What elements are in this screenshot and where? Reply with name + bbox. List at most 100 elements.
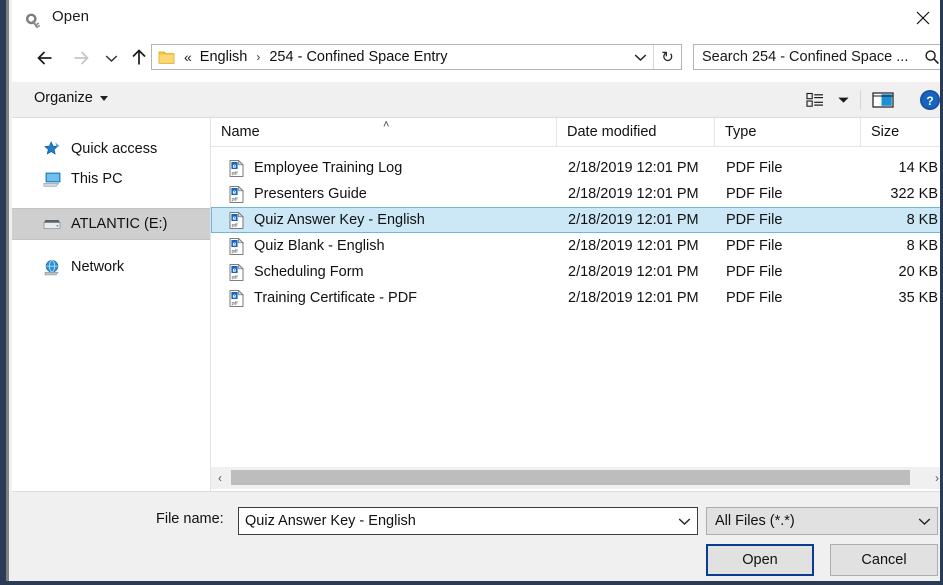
file-name-input[interactable]: Quiz Answer Key - English	[238, 507, 698, 535]
sidebar-item-network[interactable]: Network	[12, 252, 210, 282]
pdf-file-icon: e pdf	[229, 237, 244, 255]
file-name-label: File name:	[156, 511, 224, 527]
back-button[interactable]	[30, 42, 60, 74]
pdf-file-icon: e pdf	[229, 289, 244, 307]
address-dropdown-button[interactable]	[627, 45, 653, 69]
sidebar-item-this-pc[interactable]: This PC	[12, 164, 210, 194]
scroll-right-button[interactable]: ›	[928, 467, 940, 489]
computer-icon	[42, 170, 62, 188]
preview-pane-button[interactable]	[870, 88, 896, 112]
pdf-file-icon: e pdf	[229, 185, 244, 203]
search-input[interactable]: Search 254 - Confined Space ...	[702, 49, 919, 65]
scroll-left-button[interactable]: ‹	[211, 467, 229, 489]
file-name-text: Quiz Answer Key - English	[254, 212, 425, 228]
key-icon	[25, 9, 46, 29]
preview-pane-icon	[872, 92, 894, 108]
organize-button[interactable]: Organize	[34, 90, 108, 106]
file-name-dropdown-button[interactable]	[671, 517, 697, 526]
file-type-cell: PDF File	[726, 160, 783, 176]
recent-locations-button[interactable]	[100, 42, 122, 74]
search-box[interactable]: Search 254 - Confined Space ...	[693, 44, 940, 70]
column-label: Type	[725, 124, 757, 140]
sidebar-item-label: Network	[71, 259, 125, 275]
svg-text:pdf: pdf	[232, 222, 239, 227]
arrow-up-icon	[132, 49, 146, 65]
column-header-date-modified[interactable]: Date modified	[557, 118, 715, 146]
file-date-cell: 2/18/2019 12:01 PM	[568, 290, 699, 306]
window-edge	[6, 0, 9, 581]
scrollbar-track[interactable]	[229, 467, 928, 489]
column-header-size[interactable]: Size	[861, 118, 940, 146]
chevron-down-icon	[105, 54, 117, 62]
address-bar[interactable]: « English › 254 - Confined Space Entry ↻	[151, 44, 682, 70]
pdf-file-icon: e pdf	[229, 211, 244, 229]
column-label: Name	[221, 124, 260, 140]
file-name-text: Presenters Guide	[254, 186, 367, 202]
breadcrumb-item-english[interactable]: English	[198, 47, 250, 67]
help-button[interactable]: ?	[917, 88, 940, 112]
table-row[interactable]: e pdf Quiz Blank - English 2/18/2019 12:01 …	[211, 233, 940, 259]
file-type-select[interactable]: All Files (*.*)	[706, 507, 938, 535]
table-row[interactable]: e pdf Training Certificate - PDF 2/18/2019 …	[211, 285, 940, 311]
file-name-cell[interactable]: e pdf Scheduling Form	[212, 263, 558, 281]
chevron-down-icon	[634, 53, 646, 61]
sidebar-item-label: This PC	[71, 171, 123, 187]
pdf-file-icon: e pdf	[229, 159, 244, 177]
pdf-file-icon: e pdf	[229, 263, 244, 281]
file-size-cell: 35 KB	[898, 290, 939, 306]
cancel-button[interactable]: Cancel	[830, 544, 938, 576]
file-name-value[interactable]: Quiz Answer Key - English	[245, 513, 671, 529]
table-row[interactable]: e pdf Presenters Guide 2/18/2019 12:01 PM PD…	[211, 181, 940, 207]
search-icon[interactable]	[919, 49, 940, 65]
table-row[interactable]: e pdf Employee Training Log 2/18/2019 12:01…	[211, 155, 940, 181]
file-type-cell: PDF File	[726, 212, 783, 228]
breadcrumb-separator-icon: ›	[256, 50, 261, 64]
svg-text:pdf: pdf	[232, 196, 239, 201]
table-row[interactable]: e pdf Quiz Answer Key - English 2/18/2019 1…	[211, 207, 940, 233]
up-one-level-button[interactable]	[124, 42, 154, 74]
table-row[interactable]: e pdf Scheduling Form 2/18/2019 12:01 PM PDF…	[211, 259, 940, 285]
file-rows: e pdf Employee Training Log 2/18/2019 12:01…	[211, 155, 940, 311]
file-name-cell[interactable]: e pdf Training Certificate - PDF	[212, 289, 558, 307]
svg-text:pdf: pdf	[232, 170, 239, 175]
refresh-button[interactable]: ↻	[653, 45, 681, 69]
file-name-cell[interactable]: e pdf Employee Training Log	[212, 159, 558, 177]
arrow-right-icon	[74, 51, 89, 65]
file-type-cell: PDF File	[726, 238, 783, 254]
window-title: Open	[52, 8, 90, 25]
scrollbar-thumb[interactable]	[231, 470, 910, 485]
dialog-footer: File name: Quiz Answer Key - English All…	[12, 491, 940, 581]
view-options-caret[interactable]	[834, 88, 852, 112]
chevron-down-icon	[838, 97, 848, 103]
file-date-cell: 2/18/2019 12:01 PM	[568, 186, 699, 202]
file-name-cell[interactable]: e pdf Quiz Answer Key - English	[212, 211, 558, 229]
toolbar-separator	[860, 90, 861, 110]
file-name-cell[interactable]: e pdf Presenters Guide	[212, 185, 558, 203]
help-icon: ?	[920, 90, 940, 110]
file-type-cell: PDF File	[726, 290, 783, 306]
open-button[interactable]: Open	[706, 544, 814, 576]
svg-text:?: ?	[926, 94, 933, 108]
organize-label: Organize	[34, 90, 93, 106]
svg-text:e: e	[233, 163, 237, 170]
breadcrumb-item-current[interactable]: 254 - Confined Space Entry	[267, 47, 449, 67]
file-type-dropdown-button[interactable]	[911, 517, 937, 526]
horizontal-scrollbar[interactable]: ‹ ›	[211, 467, 940, 489]
svg-text:pdf: pdf	[232, 274, 239, 279]
svg-text:e: e	[233, 293, 237, 300]
file-name-cell[interactable]: e pdf Quiz Blank - English	[212, 237, 558, 255]
sidebar-item-label: ATLANTIC (E:)	[71, 216, 168, 232]
file-type-cell: PDF File	[726, 186, 783, 202]
breadcrumb-overflow[interactable]: «	[184, 50, 192, 64]
change-view-button[interactable]	[802, 88, 828, 112]
open-file-dialog: Open « English › 254 - Confined Space En…	[0, 0, 943, 585]
sort-ascending-icon: ˄	[383, 119, 390, 131]
column-header-type[interactable]: Type	[715, 118, 861, 146]
file-date-cell: 2/18/2019 12:01 PM	[568, 212, 699, 228]
sidebar-item-atlantic-drive[interactable]: ATLANTIC (E:)	[12, 208, 210, 240]
view-list-icon	[806, 92, 823, 107]
close-button[interactable]	[900, 0, 940, 36]
sidebar-item-quick-access[interactable]: Quick access	[12, 134, 210, 164]
column-header-name[interactable]: Name ˄	[211, 118, 557, 146]
file-type-value: All Files (*.*)	[715, 513, 795, 529]
